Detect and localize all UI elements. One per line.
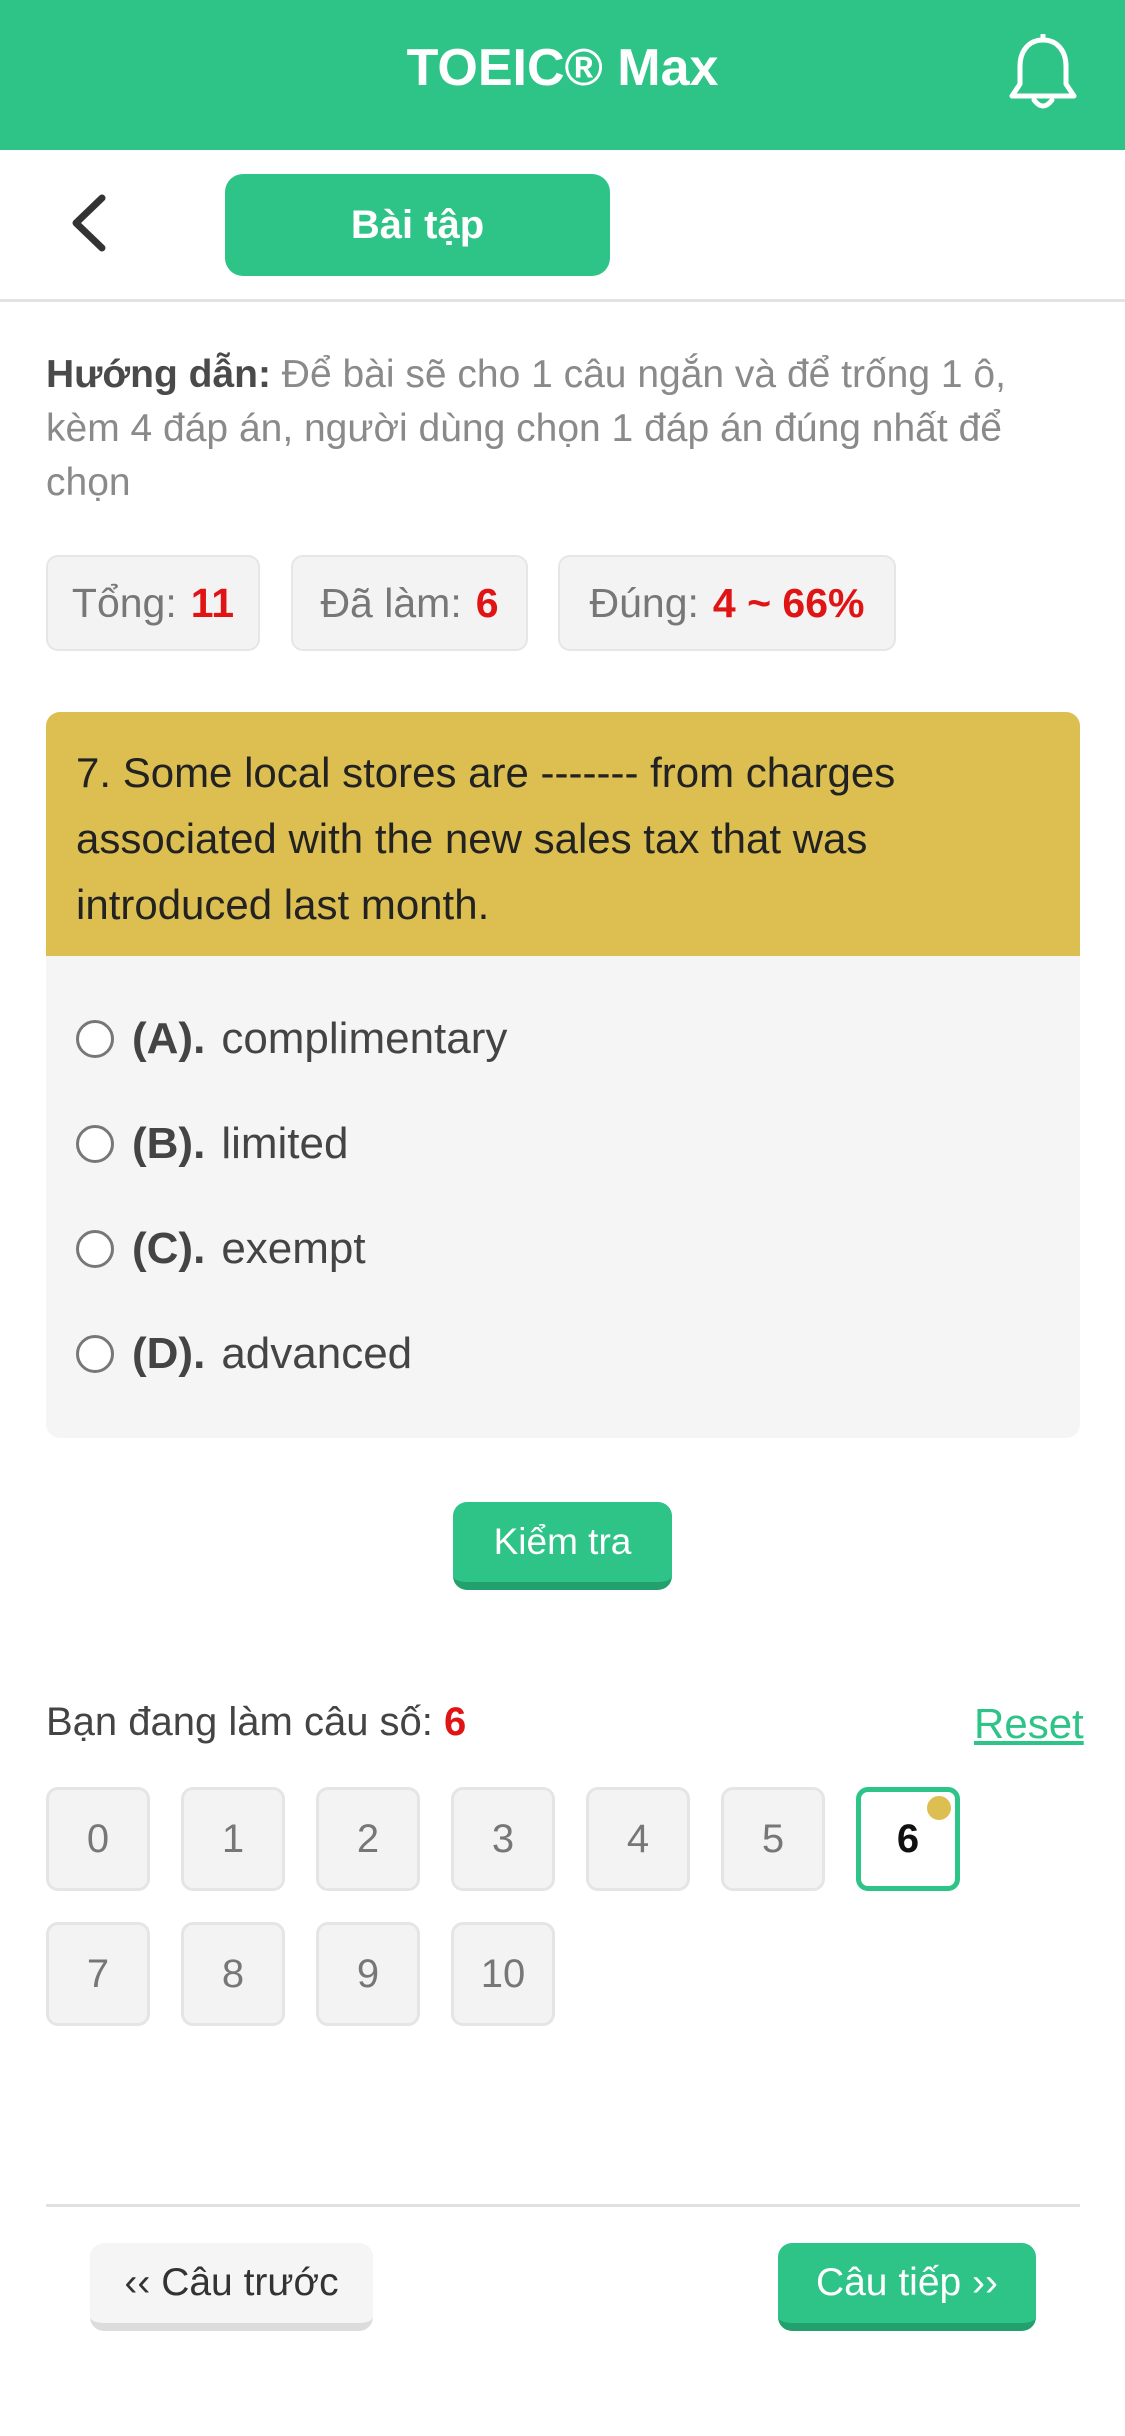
radio-button[interactable] xyxy=(76,1020,114,1058)
tab-exercises[interactable]: Bài tập xyxy=(225,174,610,276)
instructions-label: Hướng dẫn: xyxy=(46,353,271,396)
stat-value: 6 xyxy=(475,579,499,626)
question-number-0[interactable]: 0 xyxy=(46,1787,150,1891)
stat-value: 11 xyxy=(190,579,235,626)
check-button[interactable]: Kiểm tra xyxy=(453,1502,672,1590)
option-text: advanced xyxy=(221,1329,413,1378)
app-bar: TOEIC® Max xyxy=(0,0,1125,150)
stat-label: Tổng: xyxy=(71,579,177,626)
bell-icon[interactable] xyxy=(1006,32,1080,114)
question-text: 7. Some local stores are ------- from ch… xyxy=(46,712,1080,956)
question-number-3[interactable]: 3 xyxy=(451,1787,555,1891)
radio-button[interactable] xyxy=(76,1335,114,1373)
option-d[interactable]: (D). advanced xyxy=(76,1319,412,1389)
instructions: Hướng dẫn: Để bài sẽ cho 1 câu ngắn và đ… xyxy=(46,348,1086,510)
reset-link[interactable]: Reset xyxy=(974,1700,1084,1748)
radio-button[interactable] xyxy=(76,1125,114,1163)
question-number-9[interactable]: 9 xyxy=(316,1922,420,2026)
option-letter: (B). xyxy=(132,1119,206,1168)
question-card: 7. Some local stores are ------- from ch… xyxy=(46,712,1080,1438)
previous-question-button[interactable]: ‹‹ Câu trước xyxy=(90,2243,373,2331)
option-letter: (D). xyxy=(132,1329,206,1378)
option-text: exempt xyxy=(221,1224,366,1273)
option-b[interactable]: (B). limited xyxy=(76,1109,348,1179)
question-number-5[interactable]: 5 xyxy=(721,1787,825,1891)
stat-correct: Đúng: 4 ~ 66% xyxy=(558,555,896,651)
option-letter: (A). xyxy=(132,1014,206,1063)
question-number-2[interactable]: 2 xyxy=(316,1787,420,1891)
option-letter: (C). xyxy=(132,1224,206,1273)
stat-total: Tổng: 11 xyxy=(46,555,260,651)
option-a[interactable]: (A). complimentary xyxy=(76,1004,507,1074)
option-c[interactable]: (C). exempt xyxy=(76,1214,366,1284)
question-number-label: 6 xyxy=(896,1816,920,1861)
option-text: limited xyxy=(221,1119,349,1168)
current-question-indicator: Bạn đang làm câu số: 6 xyxy=(46,1700,466,1745)
stat-label: Đúng: xyxy=(589,579,699,626)
stat-label: Đã làm: xyxy=(320,579,462,626)
question-number-8[interactable]: 8 xyxy=(181,1922,285,2026)
question-number-1[interactable]: 1 xyxy=(181,1787,285,1891)
question-number-4[interactable]: 4 xyxy=(586,1787,690,1891)
next-question-button[interactable]: Câu tiếp ›› xyxy=(778,2243,1036,2331)
app-title: TOEIC® Max xyxy=(406,39,719,97)
stat-done: Đã làm: 6 xyxy=(291,555,528,651)
sub-header: Bài tập xyxy=(0,150,1125,302)
question-number-7[interactable]: 7 xyxy=(46,1922,150,2026)
option-text: complimentary xyxy=(221,1014,508,1063)
current-question-label: Bạn đang làm câu số: xyxy=(46,1700,433,1744)
back-arrow-icon[interactable] xyxy=(58,188,128,258)
current-marker-dot xyxy=(927,1796,951,1820)
question-number-10[interactable]: 10 xyxy=(451,1922,555,2026)
stat-value: 4 ~ 66% xyxy=(712,579,865,626)
radio-button[interactable] xyxy=(76,1230,114,1268)
footer-divider xyxy=(46,2204,1080,2207)
question-number-6[interactable]: 6 xyxy=(856,1787,960,1891)
current-question-number: 6 xyxy=(444,1700,467,1744)
